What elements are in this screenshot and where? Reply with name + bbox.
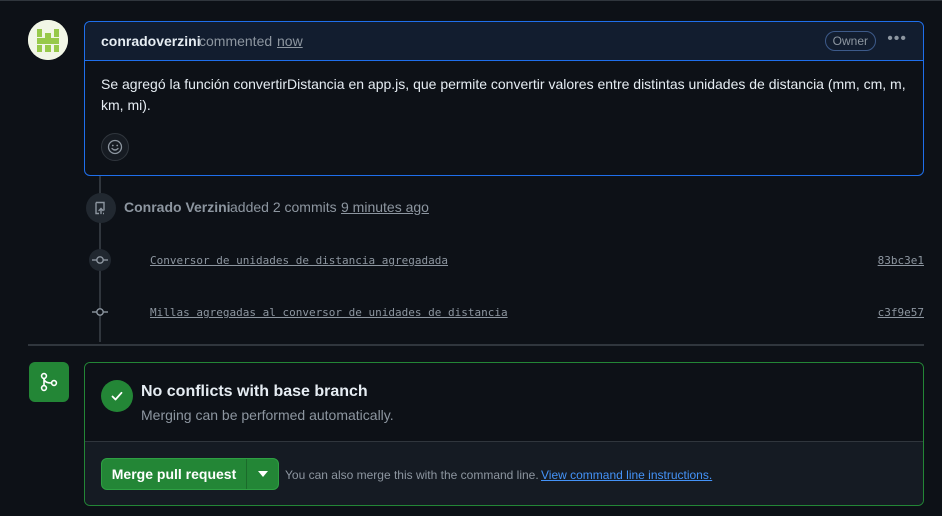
merge-options-dropdown[interactable]: [247, 459, 278, 489]
event-action: added 2 commits: [230, 199, 337, 215]
commit-icon: [89, 301, 111, 323]
commit-message-link[interactable]: Millas agregadas al conversor de unidade…: [150, 306, 508, 319]
triangle-down-icon: [257, 471, 268, 477]
comment-verb: commented: [199, 33, 273, 49]
timeline-divider: [28, 344, 924, 346]
git-merge-icon: [40, 372, 58, 392]
merge-box: No conflicts with base branch Merging ca…: [84, 362, 924, 506]
merge-status-icon: [29, 362, 69, 402]
add-reaction-button[interactable]: [101, 133, 129, 161]
top-divider: [0, 0, 942, 1]
comment-header: conradoverzini commented now Owner •••: [85, 22, 923, 61]
check-circle-icon: [101, 380, 133, 412]
commit-message-link[interactable]: Conversor de unidades de distancia agreg…: [150, 254, 448, 267]
avatar[interactable]: [28, 20, 68, 60]
merge-status-subtitle: Merging can be performed automatically.: [141, 407, 394, 423]
avatar-identicon-icon: [28, 20, 68, 60]
push-event-icon: [86, 193, 116, 223]
merge-actions-panel: Merge pull request You can also merge th…: [85, 441, 923, 505]
event-timestamp[interactable]: 9 minutes ago: [341, 199, 429, 215]
merge-status-title: No conflicts with base branch: [141, 383, 368, 400]
command-line-instructions-link[interactable]: View command line instructions.: [541, 468, 712, 482]
more-options-icon[interactable]: •••: [887, 30, 907, 48]
command-line-hint: You can also merge this with the command…: [285, 468, 539, 482]
merge-pull-request-button[interactable]: Merge pull request: [102, 459, 246, 489]
comment-author[interactable]: conradoverzini: [101, 33, 201, 49]
event-actor[interactable]: Conrado Verzini: [124, 199, 231, 215]
owner-badge: Owner: [824, 31, 876, 51]
commit-icon: [89, 249, 111, 271]
comment-timestamp[interactable]: now: [277, 33, 303, 49]
merge-status-panel: No conflicts with base branch Merging ca…: [85, 363, 923, 441]
merge-button-group: Merge pull request: [101, 458, 279, 490]
commit-sha-link[interactable]: c3f9e57: [878, 306, 924, 319]
comment-box: conradoverzini commented now Owner ••• S…: [84, 21, 924, 176]
smiley-icon: [107, 139, 123, 155]
comment-body: Se agregó la función convertirDistancia …: [101, 76, 906, 113]
commit-sha-link[interactable]: 83bc3e1: [878, 254, 924, 267]
